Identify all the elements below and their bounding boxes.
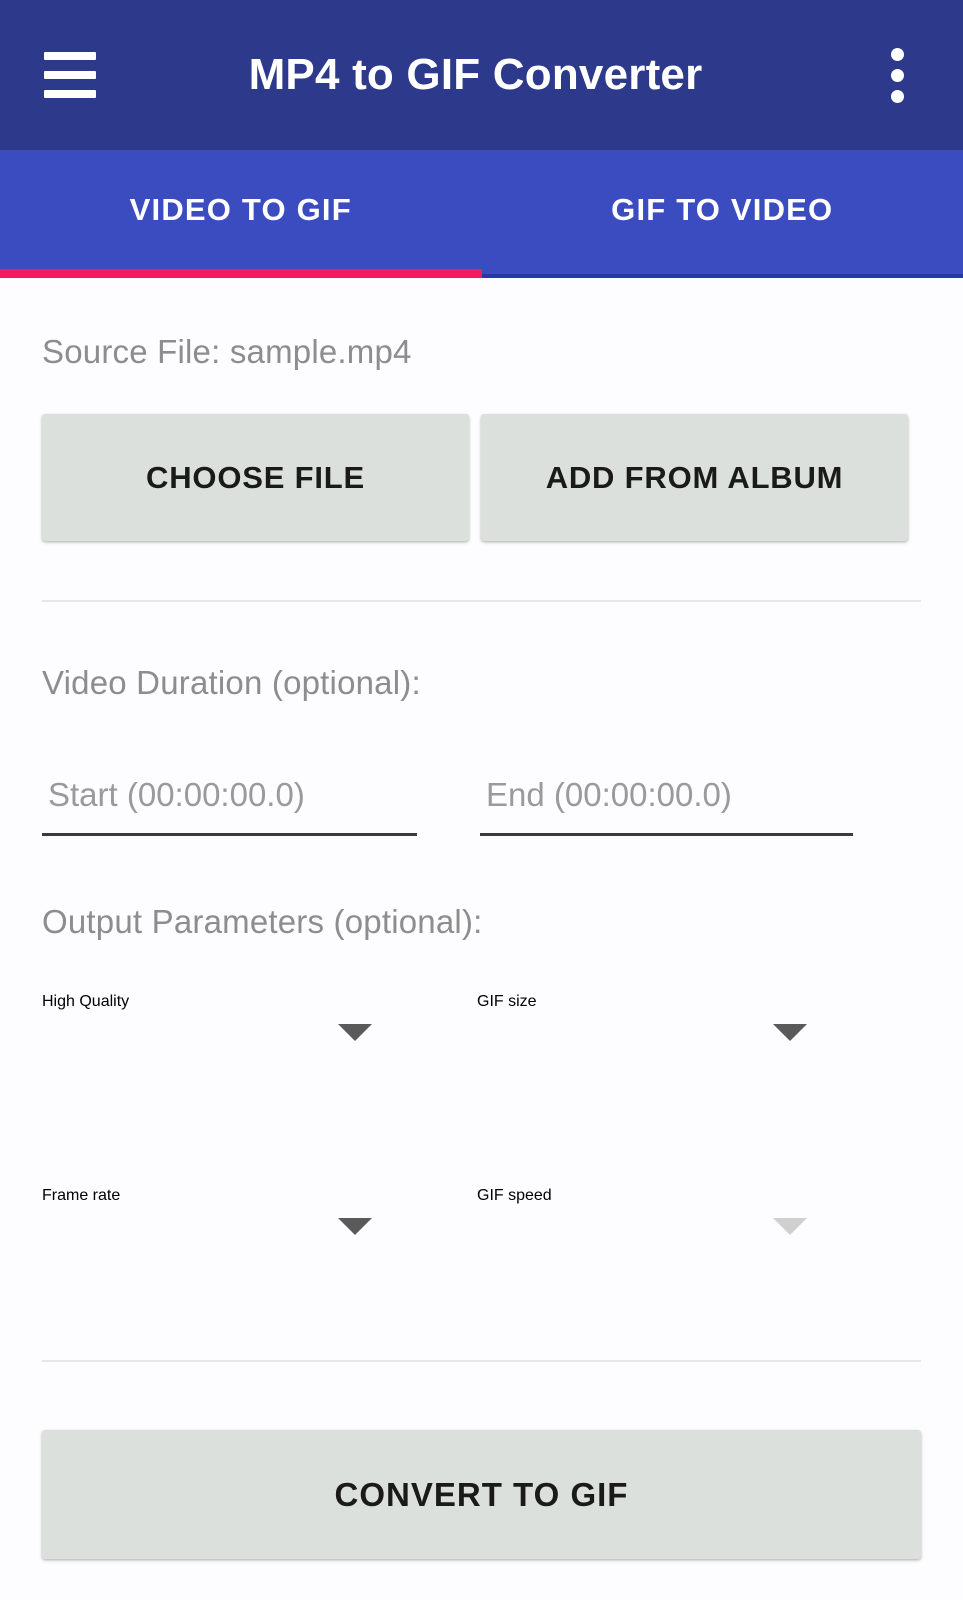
- chevron-down-icon: [773, 1024, 807, 1041]
- gif-speed-dropdown[interactable]: GIF speed: [477, 1187, 807, 1265]
- add-from-album-button[interactable]: ADD FROM ALBUM: [481, 414, 908, 541]
- main-content: Source File: sample.mp4 CHOOSE FILE ADD …: [0, 278, 963, 1600]
- tab-bar: VIDEO TO GIF GIF TO VIDEO: [0, 150, 963, 278]
- chevron-down-icon: [338, 1218, 372, 1235]
- convert-button-wrap: CONVERT TO GIF: [42, 1430, 921, 1559]
- start-time-placeholder: Start (00:00:00.0): [48, 776, 305, 813]
- tab-gif-to-video[interactable]: GIF TO VIDEO: [482, 150, 963, 278]
- end-time-input[interactable]: End (00:00:00.0): [480, 758, 853, 836]
- quality-dropdown[interactable]: High Quality: [42, 993, 372, 1071]
- end-time-placeholder: End (00:00:00.0): [486, 776, 732, 813]
- frame-rate-dropdown[interactable]: Frame rate: [42, 1187, 372, 1265]
- tab-video-to-gif[interactable]: VIDEO TO GIF: [0, 150, 482, 278]
- divider-bottom: [42, 1360, 921, 1362]
- duration-fields-row: Start (00:00:00.0) End (00:00:00.0): [42, 758, 921, 836]
- frame-rate-placeholder: Frame rate: [42, 1187, 121, 1204]
- tab-selected-indicator: [0, 269, 482, 278]
- gif-size-placeholder: GIF size: [477, 993, 537, 1010]
- overflow-dot: [890, 47, 904, 61]
- output-parameters-label: Output Parameters (optional):: [42, 903, 483, 940]
- app-screen: MP4 to GIF Converter VIDEO TO GIF GIF TO…: [0, 0, 963, 1600]
- file-buttons-row: CHOOSE FILE ADD FROM ALBUM: [42, 414, 921, 541]
- video-duration-label: Video Duration (optional):: [42, 664, 421, 701]
- gif-speed-placeholder: GIF speed: [477, 1187, 552, 1204]
- chevron-down-icon: [338, 1024, 372, 1041]
- chevron-down-icon: [773, 1218, 807, 1235]
- start-time-underline: [42, 833, 417, 836]
- gif-size-dropdown[interactable]: GIF size: [477, 993, 807, 1071]
- output-row-two: Frame rate GIF speed: [42, 1187, 921, 1265]
- convert-to-gif-button[interactable]: CONVERT TO GIF: [42, 1430, 921, 1559]
- page-title: MP4 to GIF Converter: [248, 50, 703, 99]
- overflow-dot: [890, 89, 904, 103]
- overflow-dot: [890, 68, 904, 82]
- more-vert-icon[interactable]: [869, 39, 925, 111]
- source-file-label: Source File: sample.mp4: [42, 333, 412, 370]
- choose-file-button[interactable]: CHOOSE FILE: [42, 414, 469, 541]
- divider-top: [42, 600, 921, 602]
- app-bar: MP4 to GIF Converter: [0, 0, 963, 150]
- start-time-input[interactable]: Start (00:00:00.0): [42, 758, 417, 836]
- end-time-underline: [480, 833, 853, 836]
- output-row-one: High Quality GIF size: [42, 993, 921, 1071]
- quality-value: High Quality: [42, 993, 130, 1010]
